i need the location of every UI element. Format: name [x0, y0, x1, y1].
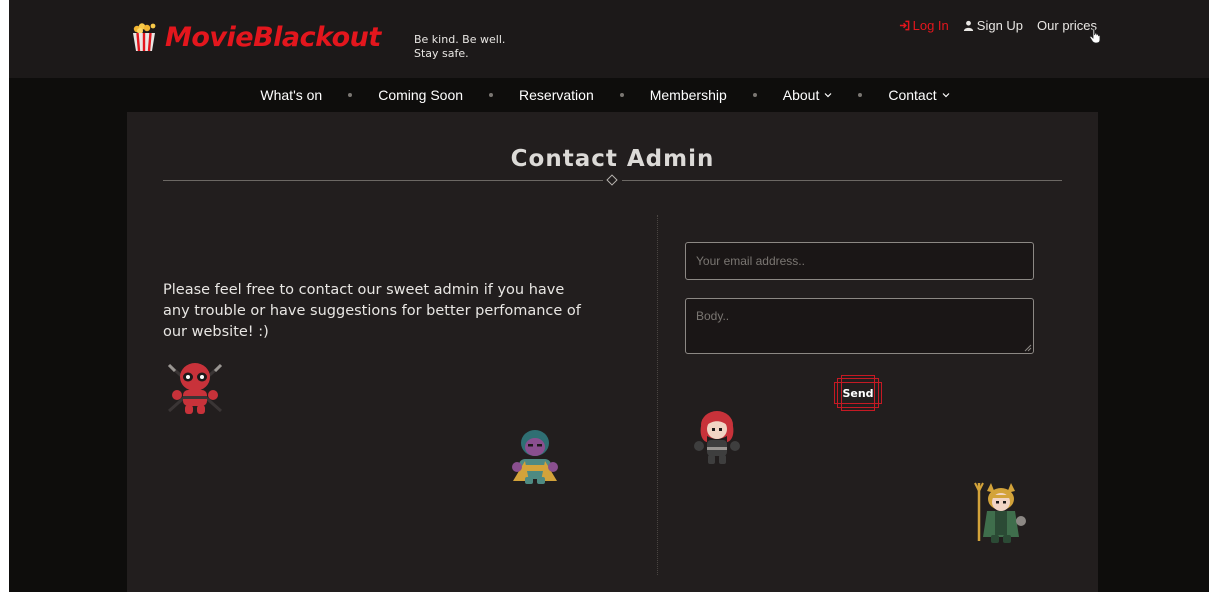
login-link[interactable]: Log In — [899, 18, 949, 33]
black-widow-chibi-icon — [694, 411, 740, 464]
deadpool-chibi-icon — [167, 363, 223, 414]
nav-about-label: About — [782, 87, 820, 103]
login-label: Log In — [912, 18, 949, 33]
account-nav: Log In Sign Up Our prices — [899, 18, 1101, 44]
nav-separator — [752, 93, 757, 97]
title-divider-right — [622, 180, 1062, 181]
nav-contact[interactable]: Contact — [888, 87, 950, 103]
resize-grip-icon[interactable] — [1024, 344, 1032, 352]
loki-chibi-icon — [974, 482, 1026, 543]
main-nav: What's on Coming Soon Reservation Member… — [9, 78, 1209, 112]
send-button[interactable]: Send — [834, 375, 882, 411]
column-divider — [657, 215, 658, 575]
hand-cursor-icon — [1089, 28, 1101, 44]
body-textarea[interactable] — [685, 298, 1034, 354]
sign-in-icon — [899, 20, 909, 31]
nav-reservation[interactable]: Reservation — [519, 87, 594, 103]
chevron-down-icon — [942, 93, 950, 98]
signup-label: Sign Up — [976, 18, 1024, 33]
nav-contact-label: Contact — [888, 87, 937, 103]
chevron-down-icon — [824, 93, 832, 98]
brand-logo[interactable]: MovieBlackout — [129, 21, 381, 53]
tagline-line-1: Be kind. Be well. — [414, 33, 506, 46]
email-input[interactable] — [685, 242, 1034, 280]
nav-membership[interactable]: Membership — [650, 87, 727, 103]
prices-label: Our prices — [1037, 18, 1097, 33]
nav-whats-on-label: What's on — [260, 87, 323, 103]
contact-panel: Contact Admin Please feel free to contac… — [127, 112, 1098, 592]
nav-separator — [489, 93, 494, 97]
nav-coming-soon[interactable]: Coming Soon — [378, 87, 463, 103]
signup-link[interactable]: Sign Up — [963, 18, 1023, 33]
tagline: Be kind. Be well. Stay safe. — [414, 33, 505, 61]
nav-whats-on[interactable]: What's on — [260, 87, 322, 103]
tagline-line-2: Stay safe. — [414, 47, 469, 60]
page-title: Contact Admin — [510, 146, 715, 172]
contact-intro-text: Please feel free to contact our sweet ad… — [163, 282, 581, 340]
title-divider-left — [163, 180, 603, 181]
nav-reservation-label: Reservation — [519, 87, 594, 103]
app-frame: MovieBlackout Be kind. Be well. Stay saf… — [9, 0, 1209, 592]
prices-link[interactable]: Our prices — [1037, 18, 1101, 44]
brand-name: MovieBlackout — [165, 21, 381, 53]
nav-about[interactable]: About — [783, 87, 833, 103]
nav-separator — [348, 93, 353, 97]
popcorn-icon — [133, 23, 156, 52]
nav-coming-soon-label: Coming Soon — [378, 87, 464, 103]
user-icon — [963, 20, 973, 31]
diamond-ornament-icon — [606, 174, 618, 186]
thanos-chibi-icon — [512, 430, 558, 484]
nav-membership-label: Membership — [649, 87, 727, 103]
nav-separator — [858, 93, 863, 97]
top-bar: MovieBlackout Be kind. Be well. Stay saf… — [9, 0, 1209, 78]
nav-separator — [619, 93, 624, 97]
